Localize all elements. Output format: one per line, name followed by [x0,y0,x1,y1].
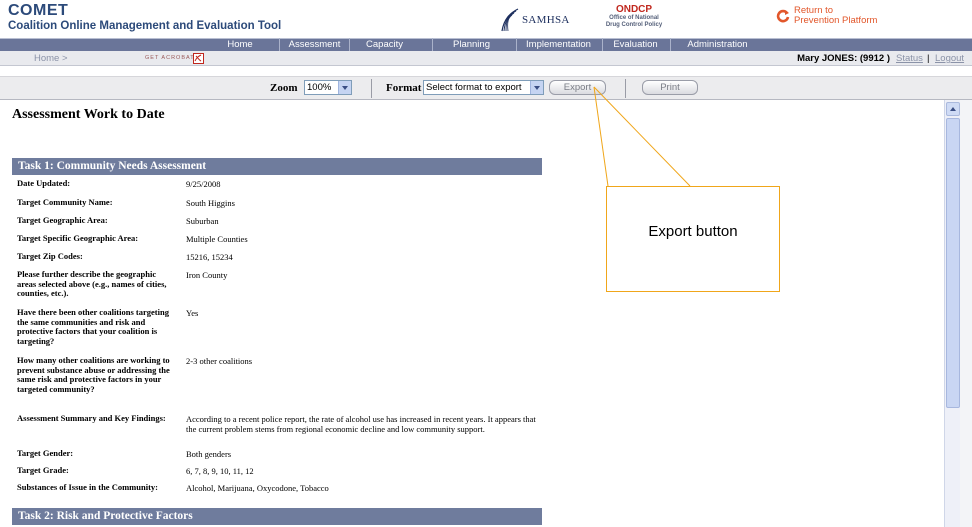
nav-implementation[interactable]: Implementation [516,38,600,51]
app-name: COMET [8,2,69,19]
logout-link[interactable]: Logout [935,52,964,65]
field-label-summary: Assessment Summary and Key Findings: [17,413,166,423]
ondcp-line2: Drug Control Policy [605,22,663,28]
field-value-substances: Alcohol, Marijuana, Oxycodone, Tobacco [186,483,329,493]
field-label-other-coalitions: Have there been other coalitions targeti… [17,307,169,346]
field-label-geographic-area: Target Geographic Area: [17,215,108,225]
return-line2: Prevention Platform [794,15,878,26]
export-button-callout: Export button [606,186,780,292]
nav-capacity[interactable]: Capacity [349,38,419,51]
zoom-value: 100% [307,82,332,93]
vertical-scrollbar[interactable] [944,100,960,527]
comet-logo[interactable]: COMET Coalition Online Management and Ev… [8,2,281,33]
current-user: Mary JONES: (9912 ) [797,53,890,64]
zoom-select[interactable]: 100% [304,80,352,95]
return-to-prevention-link[interactable]: Return to Prevention Platform [776,6,877,26]
samhsa-text: SAMHSA [522,14,570,26]
field-label-target-gender: Target Gender: [17,448,74,458]
task2-header: Task 2: Risk and Protective Factors [12,508,542,525]
field-value-summary: According to a recent police report, the… [186,414,536,434]
status-link[interactable]: Status [896,52,923,65]
field-label-substances: Substances of Issue in the Community: [17,482,158,492]
nav-home[interactable]: Home [212,38,268,51]
ondcp-title: ONDCP [615,4,653,15]
field-value-community-name: South Higgins [186,198,235,208]
field-label-date-updated: Date Updated: [17,178,71,188]
samhsa-swoosh-icon [501,8,519,32]
field-value-coalition-count: 2-3 other coalitions [186,356,253,366]
callout-text: Export button [648,223,738,240]
scroll-up-icon[interactable] [946,102,960,116]
report-content: Assessment Work to Date Task 1: Communit… [0,100,944,527]
zoom-label: Zoom [270,82,298,94]
field-label-community-name: Target Community Name: [17,197,113,207]
pdf-icon[interactable] [193,53,204,64]
field-label-zip-codes: Target Zip Codes: [17,251,83,261]
field-label-target-grade: Target Grade: [17,465,69,475]
field-value-other-coalitions: Yes [186,308,199,318]
print-button[interactable]: Print [642,80,698,95]
ondcp-logo[interactable]: ONDCP Office of National Drug Control Po… [592,4,676,29]
breadcrumb-bar: Home > GET ACROBAT Mary JONES: (9912 ) S… [0,51,972,66]
return-arrow-icon [776,9,790,23]
nav-assessment[interactable]: Assessment [279,38,349,51]
field-value-geographic-area: Suburban [186,216,219,226]
format-label: Format [386,82,422,94]
breadcrumb-home[interactable]: Home > [34,52,68,65]
link-separator: | [927,53,930,64]
nav-planning[interactable]: Planning [432,38,510,51]
format-value: Select format to export [426,82,522,93]
app-header: COMET Coalition Online Management and Ev… [0,0,972,38]
samhsa-logo[interactable]: SAMHSA [498,6,570,34]
ondcp-line1: Office of National [609,15,659,21]
field-value-zip-codes: 15216, 15234 [186,252,233,262]
page-title: Assessment Work to Date [12,107,165,122]
task1-header: Task 1: Community Needs Assessment [12,158,542,175]
chevron-down-icon[interactable] [530,81,543,94]
field-label-area-description: Please further describe the geographic a… [17,269,167,298]
chevron-down-icon[interactable] [338,81,351,94]
get-acrobat-link[interactable]: GET ACROBAT [145,54,195,62]
field-label-specific-area: Target Specific Geographic Area: [17,233,139,243]
field-value-target-gender: Both genders [186,449,232,459]
format-select[interactable]: Select format to export [423,80,544,95]
app-subtitle: Coalition Online Management and Evaluati… [8,20,282,32]
field-value-date-updated: 9/25/2008 [186,179,221,189]
report-toolbar: Zoom 100% Format Select format to export… [0,76,972,100]
field-value-target-grade: 6, 7, 8, 9, 10, 11, 12 [186,466,254,476]
nav-evaluation[interactable]: Evaluation [602,38,668,51]
scroll-thumb[interactable] [946,118,960,408]
field-value-area-description: Iron County [186,270,228,280]
nav-administration[interactable]: Administration [670,38,764,51]
field-label-coalition-count: How many other coalitions are working to… [17,355,170,394]
main-nav: Home Assessment Capacity Planning Implem… [0,38,972,51]
field-value-specific-area: Multiple Counties [186,234,248,244]
export-button[interactable]: Export [549,80,606,95]
